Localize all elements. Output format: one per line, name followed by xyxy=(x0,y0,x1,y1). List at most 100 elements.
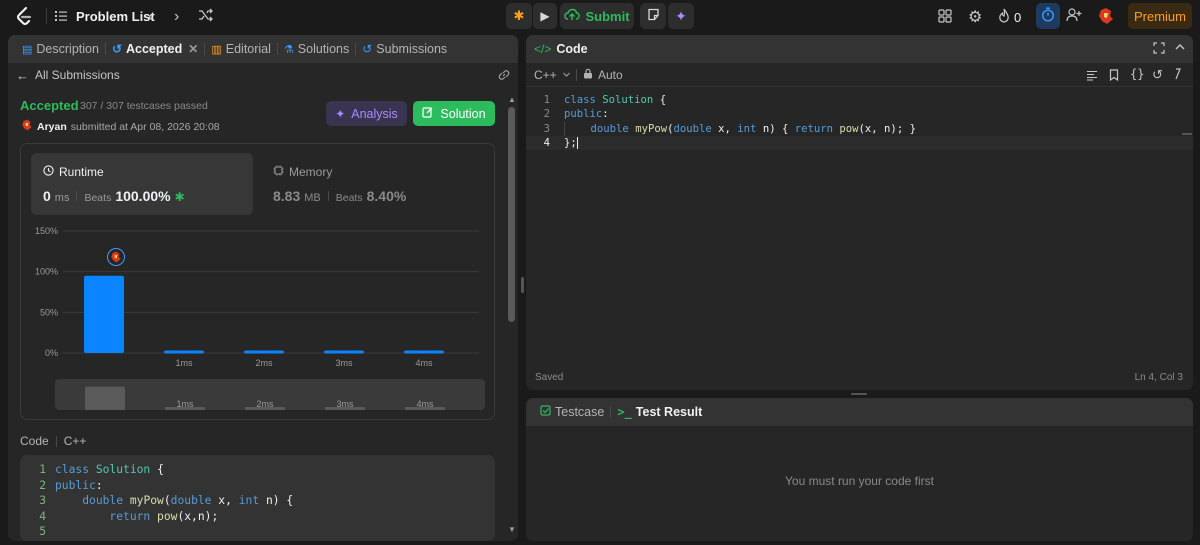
runtime-bar[interactable] xyxy=(324,350,364,354)
chevron-up-icon[interactable] xyxy=(1174,41,1186,56)
add-friend-icon[interactable] xyxy=(1066,8,1082,22)
left-scrollbar[interactable]: ▲ ▼ xyxy=(508,95,516,541)
runtime-value: 0 xyxy=(43,188,51,204)
timer-button[interactable] xyxy=(1036,3,1060,29)
braces-icon[interactable]: {} xyxy=(1130,67,1144,81)
tab-testcase[interactable]: Testcase xyxy=(534,405,610,419)
history-icon: ↺ xyxy=(362,42,373,56)
code-line: 1 class Solution { xyxy=(526,93,1193,107)
tab-description[interactable]: ▤ Description xyxy=(16,42,105,56)
code-editor[interactable]: 1 class Solution { 2 public: 3 double myPo… xyxy=(526,93,1193,363)
mini-tick-label: 3ms xyxy=(336,399,354,409)
runtime-distribution-chart: 150% 100% 50% 0% 1ms 2ms 3ms 4ms xyxy=(35,226,479,368)
list-icon xyxy=(54,9,68,23)
runtime-card[interactable]: Runtime 0 ms Beats 100.00% ✱ xyxy=(31,153,253,215)
scroll-up-arrow[interactable]: ▲ xyxy=(508,95,516,104)
test-panel-tabs: Testcase >_ Test Result xyxy=(526,398,1193,426)
flask-icon: ⚗ xyxy=(283,43,294,56)
runtime-bar[interactable] xyxy=(84,275,124,353)
code-line: 2 public: xyxy=(20,478,495,494)
divider xyxy=(76,191,78,201)
tab-submissions[interactable]: ↺ Submissions xyxy=(356,42,453,56)
code-label: Code xyxy=(20,434,49,448)
analysis-button[interactable]: ✦ Analysis xyxy=(326,101,407,126)
memory-unit: MB xyxy=(304,192,321,204)
ai-assistant-button[interactable]: ✦ xyxy=(668,3,694,29)
tab-testcase-label: Testcase xyxy=(555,405,605,419)
panel-resize-handle[interactable] xyxy=(521,277,524,293)
close-icon[interactable]: ✕ xyxy=(188,42,198,56)
y-tick-label: 100% xyxy=(35,267,58,277)
language-select[interactable]: C++ xyxy=(534,68,571,82)
code-line: 5 xyxy=(20,524,495,540)
tab-accepted[interactable]: ↺ Accepted ✕ xyxy=(106,42,204,56)
leetcode-logo[interactable] xyxy=(14,6,34,26)
settings-icon[interactable] xyxy=(1174,67,1182,84)
format-icon[interactable] xyxy=(1086,69,1098,84)
runtime-bar[interactable] xyxy=(244,350,284,354)
reset-icon[interactable]: ↺ xyxy=(1152,67,1163,83)
memory-title: Memory xyxy=(289,165,333,179)
streak-counter[interactable]: 0 xyxy=(998,8,1021,26)
line-number: 3 xyxy=(543,122,550,135)
avatar[interactable] xyxy=(21,119,33,134)
chevron-left-icon[interactable]: ‹ xyxy=(148,8,153,26)
top-navigation-bar: Problem List ‹ › ✱ ▶ Submit ✦ ⚙ 0 Premiu… xyxy=(0,0,1200,32)
memory-beats-label: Beats xyxy=(335,192,363,204)
settings-gear-icon[interactable]: ⚙ xyxy=(968,7,982,27)
edit-icon xyxy=(422,106,434,121)
stats-card: Runtime 0 ms Beats 100.00% ✱ Memory 8.83… xyxy=(20,143,495,420)
chevron-right-icon[interactable]: › xyxy=(174,8,179,26)
mini-tick-label: 2ms xyxy=(256,399,274,409)
tab-description-label: Description xyxy=(36,42,99,56)
layout-grid-icon[interactable] xyxy=(938,9,952,23)
play-icon: ▶ xyxy=(540,9,550,23)
editor-header: </> Code xyxy=(526,35,1193,63)
tab-accepted-label: Accepted xyxy=(126,42,183,56)
vertical-resize-handle[interactable] xyxy=(851,393,867,395)
runtime-beats-value: 100.00% xyxy=(115,188,171,204)
premium-button[interactable]: Premium xyxy=(1128,3,1192,29)
link-icon[interactable] xyxy=(497,68,511,85)
submit-button[interactable]: Submit xyxy=(560,3,634,29)
run-button[interactable]: ▶ xyxy=(533,3,557,29)
submission-panel: ▤ Description ↺ Accepted ✕ ▥ Editorial ⚗… xyxy=(8,35,518,541)
debug-button[interactable]: ✱ xyxy=(506,3,532,29)
memory-card[interactable]: Memory 8.83 MB Beats 8.40% xyxy=(261,153,483,215)
submission-status: Accepted xyxy=(20,98,79,113)
x-tick-label: 3ms xyxy=(335,358,353,368)
mini-tick-label: 1ms xyxy=(176,399,194,409)
chevron-down-icon xyxy=(562,68,571,82)
runtime-bar[interactable] xyxy=(404,350,444,354)
line-number: 2 xyxy=(39,478,46,492)
auto-mode-toggle[interactable]: Auto xyxy=(583,68,623,82)
maximize-icon[interactable] xyxy=(1153,42,1165,57)
cursor-position: Ln 4, Col 3 xyxy=(1134,372,1183,383)
test-panel: Testcase >_ Test Result You must run you… xyxy=(526,398,1193,541)
runtime-unit: ms xyxy=(54,192,70,204)
minimap-indicator xyxy=(1182,133,1192,135)
tab-test-result[interactable]: >_ Test Result xyxy=(611,405,708,419)
line-number: 4 xyxy=(39,509,46,523)
stopwatch-icon xyxy=(1041,7,1055,25)
submitter-name[interactable]: Aryan xyxy=(37,121,67,133)
all-submissions-link[interactable]: ← All Submissions xyxy=(16,67,120,83)
bookmark-icon[interactable] xyxy=(1109,69,1119,84)
notes-button[interactable] xyxy=(640,3,666,29)
runtime-bar[interactable] xyxy=(164,350,204,354)
user-avatar[interactable] xyxy=(1096,6,1116,26)
lock-icon xyxy=(583,68,593,82)
range-selector[interactable]: 1ms 2ms 3ms 4ms xyxy=(55,379,485,410)
premium-label: Premium xyxy=(1133,8,1186,24)
submitted-code-block[interactable]: 1 class Solution { 2 public: 3 double myPo… xyxy=(20,455,495,541)
solution-button[interactable]: Solution xyxy=(413,101,495,126)
line-number: 4 xyxy=(543,136,550,149)
scroll-down-arrow[interactable]: ▼ xyxy=(508,525,516,534)
tab-solutions[interactable]: ⚗ Solutions xyxy=(278,42,355,56)
scrollbar-thumb[interactable] xyxy=(508,107,515,322)
analysis-label: Analysis xyxy=(351,106,398,121)
arrow-left-icon: ← xyxy=(16,67,29,83)
problem-list-button[interactable]: Problem List xyxy=(54,6,155,26)
tab-editorial[interactable]: ▥ Editorial xyxy=(205,42,277,56)
shuffle-icon[interactable] xyxy=(198,8,213,22)
